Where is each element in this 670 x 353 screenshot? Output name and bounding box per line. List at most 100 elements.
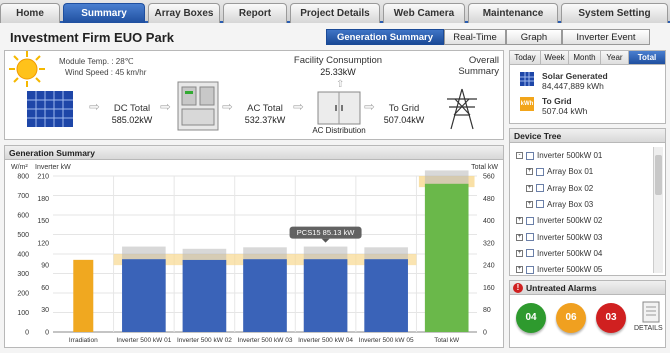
details-button[interactable]: DETAILS bbox=[634, 325, 663, 332]
overall-summary-line2: Summary bbox=[458, 66, 499, 77]
inverter-tick-label: 0 bbox=[45, 330, 49, 337]
inverter-tick-label: 120 bbox=[37, 240, 49, 247]
left-tick-label: 700 bbox=[17, 193, 29, 200]
module-temp: Module Temp. : 28℃ bbox=[59, 57, 134, 66]
period-tab-month[interactable]: Month bbox=[569, 51, 601, 65]
device-tree-label: Inverter 500kW 01 bbox=[537, 151, 603, 160]
right-tick-label: 560 bbox=[483, 174, 495, 181]
tree-checkbox[interactable] bbox=[526, 151, 534, 160]
expand-icon[interactable]: + bbox=[526, 184, 533, 192]
tab-report[interactable]: Report bbox=[223, 3, 287, 23]
tab-home[interactable]: Home bbox=[0, 3, 60, 23]
tooltip-pointer bbox=[321, 238, 330, 243]
alarm-count-badge[interactable]: 06 bbox=[556, 303, 586, 333]
ac-total-label: AC Total bbox=[247, 103, 283, 114]
tab-summary[interactable]: Summary bbox=[63, 3, 145, 23]
expand-icon[interactable]: + bbox=[526, 168, 533, 176]
left-tick-label: 600 bbox=[17, 213, 29, 220]
period-tab-today[interactable]: Today bbox=[510, 51, 541, 65]
collapse-icon[interactable]: - bbox=[516, 152, 523, 159]
expand-icon[interactable]: + bbox=[516, 266, 523, 274]
ac-total-value: 532.37kW bbox=[244, 115, 286, 125]
tab-project-details[interactable]: Project Details bbox=[290, 3, 380, 23]
period-tabs: Today Week Month Year Total bbox=[510, 51, 665, 65]
subtab-inverter-event[interactable]: Inverter Event bbox=[562, 29, 650, 45]
expand-icon[interactable]: + bbox=[516, 249, 523, 257]
device-tree-item[interactable]: + Inverter 500kW 03 bbox=[516, 233, 602, 242]
left-tick-label: 300 bbox=[17, 271, 29, 278]
to-grid-value: 507.04kW bbox=[383, 115, 425, 125]
alarm-count-badge[interactable]: 04 bbox=[516, 303, 546, 333]
alarm-count-badge[interactable]: 03 bbox=[596, 303, 626, 333]
right-tick-label: 0 bbox=[483, 330, 487, 337]
arrow-up-icon: ⇧ bbox=[336, 79, 345, 90]
tree-scrollbar[interactable] bbox=[653, 147, 663, 273]
arrow-right-icon: ⇨ bbox=[293, 99, 304, 114]
wind-speed: Wind Speed : 45 km/hr bbox=[65, 68, 147, 77]
expand-icon[interactable]: + bbox=[526, 200, 533, 208]
inverter-tick-label: 150 bbox=[37, 218, 49, 225]
left-tick-label: 400 bbox=[17, 252, 29, 259]
tab-array-boxes[interactable]: Array Boxes bbox=[148, 3, 220, 23]
device-tree-label: Inverter 500kW 04 bbox=[537, 248, 603, 258]
inverter-bar bbox=[122, 259, 166, 332]
tree-checkbox[interactable] bbox=[526, 216, 534, 225]
device-tree-item[interactable]: + Array Box 01 bbox=[526, 167, 593, 176]
subtab-generation-summary[interactable]: Generation Summary bbox=[326, 29, 444, 45]
category-label: Inverter 500 kW 03 bbox=[238, 337, 293, 344]
to-grid-total-value: 507.04 kWh bbox=[542, 106, 588, 116]
ac-distribution-label: AC Distribution bbox=[312, 126, 366, 135]
tree-checkbox[interactable] bbox=[536, 184, 544, 193]
alarms-title: Untreated Alarms bbox=[510, 281, 665, 295]
subtab-graph[interactable]: Graph bbox=[506, 29, 562, 45]
tree-checkbox[interactable] bbox=[526, 233, 534, 241]
dc-total-label: DC Total bbox=[113, 103, 151, 114]
left-axis-unit: W/m² bbox=[11, 164, 28, 171]
to-grid-total-label: To Grid bbox=[542, 96, 572, 106]
category-label: Inverter 500 kW 01 bbox=[116, 337, 171, 344]
page-title: Investment Firm EUO Park bbox=[10, 30, 174, 45]
tab-web-camera[interactable]: Web Camera bbox=[383, 3, 465, 23]
sun-icon bbox=[9, 51, 45, 87]
device-tree-panel: Device Tree - Inverter 500kW 01 + Array Box… bbox=[509, 128, 666, 276]
tree-checkbox[interactable] bbox=[536, 167, 544, 176]
device-tree-item[interactable]: + Inverter 500kW 02 bbox=[516, 216, 602, 225]
device-tree-item[interactable]: + Inverter 500kW 05 bbox=[516, 265, 602, 274]
arrow-right-icon: ⇨ bbox=[364, 99, 375, 114]
subtab-real-time[interactable]: Real-Time bbox=[444, 29, 506, 45]
period-tab-year[interactable]: Year bbox=[601, 51, 629, 65]
inverter-bar bbox=[303, 259, 348, 332]
arrow-right-icon: ⇨ bbox=[160, 99, 171, 114]
facility-consumption-value: 25.33kW bbox=[320, 67, 356, 77]
arrow-right-icon: ⇨ bbox=[222, 99, 233, 114]
tree-checkbox[interactable] bbox=[526, 265, 534, 274]
tab-system-setting[interactable]: System Setting bbox=[561, 3, 668, 23]
category-label: Inverter 500 kW 02 bbox=[177, 337, 232, 344]
power-tower-icon bbox=[447, 88, 477, 130]
expand-icon[interactable]: + bbox=[516, 217, 523, 225]
details-document-icon[interactable] bbox=[641, 301, 661, 323]
right-tick-label: 480 bbox=[483, 196, 495, 203]
right-tick-label: 320 bbox=[483, 240, 495, 247]
device-tree-item[interactable]: - Inverter 500kW 01 bbox=[516, 151, 602, 160]
expand-icon[interactable]: + bbox=[516, 233, 523, 241]
alarms-panel: Untreated Alarms ! 04 06 03 DETAILS bbox=[509, 280, 666, 348]
device-tree-item[interactable]: + Array Box 03 bbox=[526, 200, 593, 209]
device-tree-label: Array Box 03 bbox=[547, 199, 594, 209]
device-tree-label: Inverter 500kW 05 bbox=[537, 265, 603, 275]
period-tab-week[interactable]: Week bbox=[541, 51, 569, 65]
device-tree-item[interactable]: + Array Box 02 bbox=[526, 184, 593, 193]
tree-checkbox[interactable] bbox=[536, 200, 544, 209]
device-tree-label: Inverter 500kW 02 bbox=[537, 216, 603, 226]
device-tree-item[interactable]: + Inverter 500kW 04 bbox=[516, 249, 602, 258]
tab-maintenance[interactable]: Maintenance bbox=[468, 3, 558, 23]
left-tick-label: 0 bbox=[25, 330, 29, 337]
inverter-tick-label: 210 bbox=[37, 174, 49, 181]
period-tab-total[interactable]: Total bbox=[629, 51, 665, 65]
energy-flow-panel: Module Temp. : 28℃ Wind Speed : 45 km/hr… bbox=[4, 50, 504, 140]
tree-checkbox[interactable] bbox=[526, 249, 534, 258]
category-label: Irradiation bbox=[69, 337, 98, 344]
inverter-bar bbox=[364, 259, 408, 332]
device-tree-title: Device Tree bbox=[510, 129, 665, 143]
category-label: Inverter 500 kW 05 bbox=[359, 337, 414, 344]
